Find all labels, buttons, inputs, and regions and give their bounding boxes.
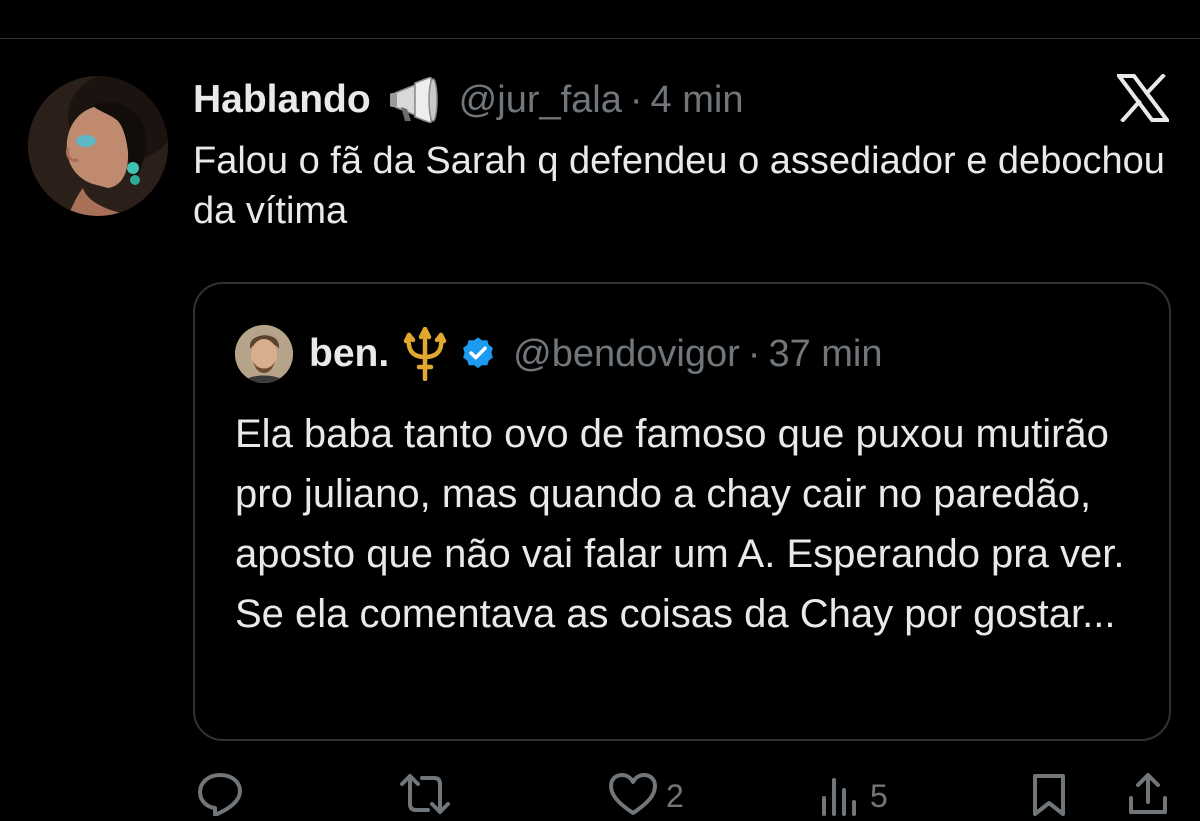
author-name[interactable]: Hablando — [193, 78, 371, 122]
separator-dot: · — [629, 78, 643, 121]
quoted-timestamp[interactable]: 37 min — [768, 333, 882, 376]
like-button[interactable]: 2 — [608, 772, 684, 821]
like-count: 2 — [666, 778, 684, 814]
megaphone-icon — [387, 77, 441, 123]
quoted-avatar[interactable] — [235, 325, 293, 383]
views-count: 5 — [870, 778, 888, 814]
heart-icon — [608, 772, 658, 821]
timestamp[interactable]: 4 min — [651, 79, 744, 122]
top-divider — [0, 38, 1200, 39]
tweet-text: Falou o fã da Sarah q defendeu o assedia… — [193, 140, 1165, 232]
views-button[interactable]: 5 — [820, 772, 888, 821]
quoted-tweet-header: ben. @bendovigor · 37 min — [235, 325, 883, 383]
quoted-tweet-text: Ela baba tanto ovo de famoso que puxou m… — [235, 412, 1125, 636]
quoted-author-name[interactable]: ben. — [309, 332, 389, 376]
share-button[interactable] — [1126, 772, 1170, 821]
bookmark-icon — [1030, 772, 1068, 821]
quoted-author-handle[interactable]: @bendovigor — [513, 333, 740, 376]
reply-icon — [196, 772, 244, 821]
reply-button[interactable] — [196, 772, 244, 821]
separator-dot: · — [747, 332, 761, 375]
share-icon — [1126, 772, 1170, 821]
quoted-tweet-card[interactable]: ben. @bendovigor · 37 min Ela baba tanto… — [193, 282, 1171, 741]
retweet-icon — [398, 772, 452, 821]
action-bar: 2 5 — [0, 766, 1200, 817]
verified-badge-icon — [459, 335, 497, 373]
bookmark-button[interactable] — [1030, 772, 1068, 821]
trident-icon — [403, 327, 447, 381]
retweet-button[interactable] — [398, 772, 452, 821]
author-handle[interactable]: @jur_fala — [459, 79, 622, 122]
avatar[interactable] — [28, 76, 168, 216]
x-logo-icon[interactable] — [1115, 73, 1171, 127]
views-icon — [820, 772, 862, 821]
tweet-header: Hablando @jur_fala · 4 min — [193, 76, 743, 124]
